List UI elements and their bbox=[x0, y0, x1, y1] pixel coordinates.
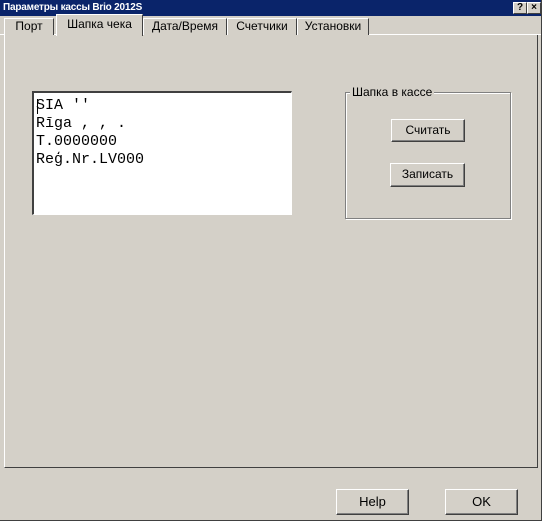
ok-button[interactable]: OK bbox=[445, 489, 518, 515]
header-line: T.0000000 bbox=[36, 133, 118, 150]
register-header-group: Шапка в кассе Считать Записать bbox=[345, 85, 511, 219]
dialog-window: Параметры кассы Brio 2012S ? × Порт Шапк… bbox=[0, 0, 542, 521]
help-icon[interactable]: ? bbox=[513, 2, 527, 14]
text-caret bbox=[37, 99, 38, 114]
close-icon[interactable]: × bbox=[527, 2, 541, 14]
tab-date-time[interactable]: Дата/Время bbox=[143, 18, 227, 35]
read-button[interactable]: Считать bbox=[391, 119, 465, 142]
header-line: Rīga , , . bbox=[36, 115, 127, 132]
tab-receipt-header[interactable]: Шапка чека bbox=[56, 14, 143, 36]
tab-panel: SIA '' Rīga , , . T.0000000 Reģ.Nr.LV000… bbox=[4, 35, 538, 468]
tab-counters[interactable]: Счетчики bbox=[227, 18, 297, 35]
help-button[interactable]: Help bbox=[336, 489, 409, 515]
tab-port[interactable]: Порт bbox=[4, 18, 54, 35]
window-title: Параметры кассы Brio 2012S bbox=[3, 2, 143, 13]
group-legend: Шапка в кассе bbox=[350, 85, 435, 99]
tab-settings[interactable]: Установки bbox=[297, 18, 369, 35]
write-button[interactable]: Записать bbox=[390, 163, 465, 187]
header-line: Reģ.Nr.LV000 bbox=[36, 151, 145, 168]
header-line: SIA '' bbox=[36, 97, 91, 114]
receipt-header-textarea[interactable]: SIA '' Rīga , , . T.0000000 Reģ.Nr.LV000 bbox=[32, 91, 292, 215]
